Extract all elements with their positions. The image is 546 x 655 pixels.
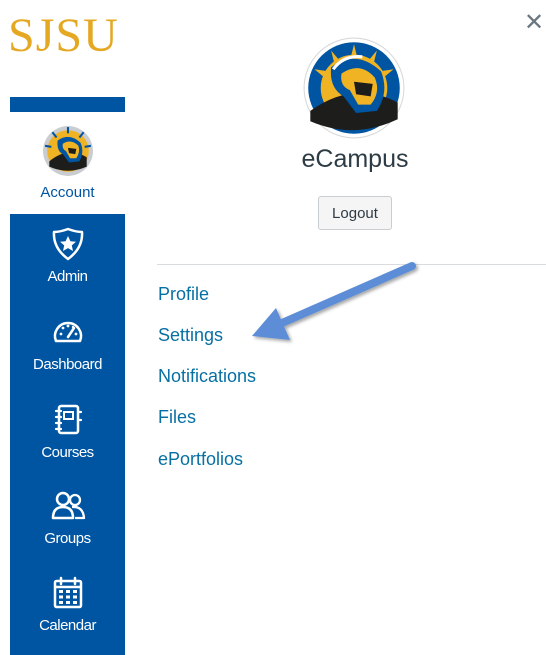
logout-button[interactable]: Logout	[318, 196, 392, 230]
nav-item-dashboard[interactable]: Dashboard	[10, 314, 125, 373]
people-icon	[51, 491, 85, 520]
link-notifications[interactable]: Notifications	[158, 366, 256, 387]
nav-label-admin: Admin	[47, 268, 88, 285]
tray-divider	[157, 264, 546, 265]
calendar-icon	[53, 576, 82, 609]
nav-item-courses[interactable]: Courses	[10, 402, 125, 461]
nav-label-dashboard: Dashboard	[33, 356, 102, 373]
nav-account-label: Account	[40, 184, 95, 201]
close-icon[interactable]: ✕	[524, 8, 544, 37]
nav-item-admin[interactable]: Admin	[10, 226, 125, 285]
link-settings[interactable]: Settings	[158, 325, 223, 346]
nav-label-calendar: Calendar	[39, 617, 96, 634]
notebook-icon	[54, 404, 82, 435]
global-navigation: Account Admin Dashboard Courses Groups C…	[10, 97, 125, 655]
nav-top-bar	[10, 97, 125, 112]
nav-item-groups[interactable]: Groups	[10, 488, 125, 547]
link-profile[interactable]: Profile	[158, 284, 209, 305]
link-files[interactable]: Files	[158, 407, 196, 428]
nav-item-calendar[interactable]: Calendar	[10, 575, 125, 634]
spartan-avatar-icon	[43, 126, 93, 176]
app-title: eCampus	[301, 145, 409, 173]
nav-label-groups: Groups	[44, 530, 91, 547]
sjsu-logo: SJSU	[8, 9, 119, 62]
link-eportfolios[interactable]: ePortfolios	[158, 449, 243, 470]
nav-items-panel: Admin Dashboard Courses Groups Calendar	[10, 214, 125, 655]
shield-star-icon	[52, 227, 83, 261]
spartan-logo-icon	[303, 37, 405, 139]
speedometer-icon	[53, 321, 82, 343]
nav-label-courses: Courses	[41, 444, 94, 461]
nav-item-account[interactable]: Account	[10, 112, 125, 214]
